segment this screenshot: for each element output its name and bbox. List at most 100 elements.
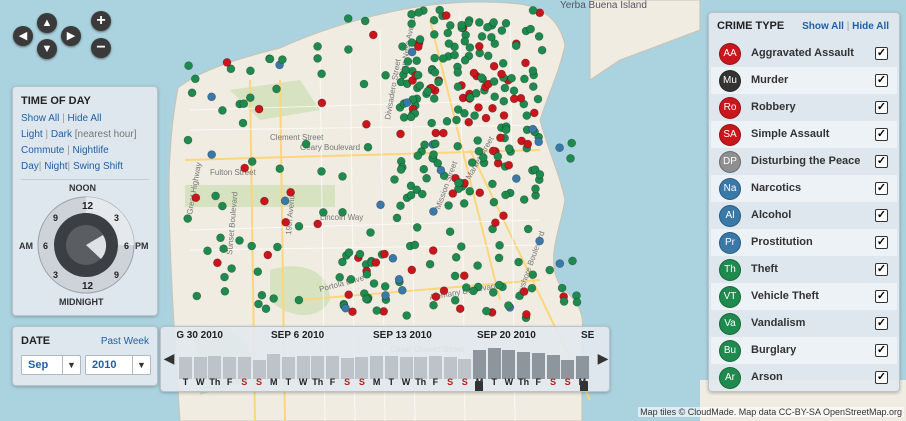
timeline-day-bar[interactable]	[414, 357, 428, 379]
timeline-day-bar[interactable]	[340, 358, 354, 379]
commute-link[interactable]: Commute	[21, 145, 64, 156]
incident-marker[interactable]	[429, 30, 439, 39]
incident-marker[interactable]	[467, 158, 477, 167]
incident-marker[interactable]	[489, 61, 499, 71]
incident-marker[interactable]	[254, 299, 263, 309]
incident-marker[interactable]	[454, 178, 463, 188]
incident-marker[interactable]	[281, 217, 291, 227]
incident-marker[interactable]	[557, 283, 567, 293]
timeline-next-arrow[interactable]: ▶	[597, 347, 609, 369]
crime-type-row[interactable]: SA Simple Assault ✓	[711, 121, 897, 148]
incident-marker[interactable]	[430, 68, 440, 77]
incident-marker[interactable]	[362, 269, 372, 279]
past-week-link[interactable]: Past Week	[101, 336, 149, 347]
timeline-day-bar[interactable]	[267, 354, 281, 379]
incident-marker[interactable]	[445, 227, 455, 236]
incident-marker[interactable]	[313, 42, 322, 51]
timeline-day-bar[interactable]	[193, 357, 207, 379]
incident-marker[interactable]	[453, 68, 463, 77]
incident-marker[interactable]	[490, 92, 500, 101]
incident-marker[interactable]	[455, 304, 465, 314]
incident-marker[interactable]	[511, 41, 521, 51]
timeline-day-bar[interactable]	[208, 356, 222, 379]
incident-marker[interactable]	[429, 300, 438, 310]
crime-type-row[interactable]: Th Theft ✓	[711, 256, 897, 283]
incident-marker[interactable]	[572, 297, 582, 307]
crime-type-row[interactable]: AA Aggravated Assault ✓	[711, 40, 897, 67]
pan-down-button[interactable]: ▼	[37, 39, 57, 59]
crime-type-checkbox[interactable]: ✓	[875, 182, 888, 195]
incident-marker[interactable]	[415, 81, 425, 90]
incident-marker[interactable]	[493, 152, 503, 161]
incident-marker[interactable]	[439, 286, 449, 296]
incident-marker[interactable]	[528, 66, 538, 75]
incident-marker[interactable]	[504, 144, 514, 153]
incident-marker[interactable]	[490, 39, 500, 49]
incident-marker[interactable]	[227, 264, 236, 273]
incident-marker[interactable]	[450, 50, 459, 60]
incident-marker[interactable]	[452, 115, 461, 125]
pan-left-button[interactable]: ◀	[13, 26, 33, 46]
incident-marker[interactable]	[317, 167, 326, 176]
incident-marker[interactable]	[430, 139, 440, 149]
incident-marker[interactable]	[555, 143, 564, 152]
incident-marker[interactable]	[257, 290, 267, 300]
incident-marker[interactable]	[528, 270, 538, 280]
incident-marker[interactable]	[407, 19, 416, 29]
incident-marker[interactable]	[211, 191, 220, 201]
crime-show-all-link[interactable]: Show All	[802, 21, 844, 32]
incident-marker[interactable]	[191, 193, 201, 202]
crime-type-checkbox[interactable]: ✓	[875, 155, 888, 168]
incident-marker[interactable]	[410, 240, 420, 250]
incident-marker[interactable]	[501, 125, 511, 134]
incident-marker[interactable]	[247, 157, 257, 166]
incident-marker[interactable]	[183, 135, 193, 145]
incident-marker[interactable]	[460, 109, 469, 118]
incident-marker[interactable]	[338, 172, 347, 181]
incident-marker[interactable]	[488, 288, 498, 297]
incident-marker[interactable]	[396, 129, 405, 139]
incident-marker[interactable]	[521, 58, 530, 68]
incident-marker[interactable]	[522, 111, 532, 120]
incident-marker[interactable]	[509, 94, 519, 104]
crime-type-checkbox[interactable]: ✓	[875, 74, 888, 87]
incident-marker[interactable]	[528, 124, 538, 134]
incident-marker[interactable]	[240, 163, 249, 173]
crime-type-row[interactable]: VT Vehicle Theft ✓	[711, 283, 897, 310]
incident-marker[interactable]	[523, 224, 533, 234]
incident-marker[interactable]	[413, 70, 423, 80]
crime-type-checkbox[interactable]: ✓	[875, 344, 888, 357]
incident-marker[interactable]	[465, 43, 475, 52]
timeline-day-bar[interactable]	[575, 356, 589, 379]
crime-type-row[interactable]: Al Alcohol ✓	[711, 202, 897, 229]
crime-type-row[interactable]: Bu Burglary ✓	[711, 337, 897, 364]
incident-marker[interactable]	[396, 201, 405, 210]
incident-marker[interactable]	[403, 57, 413, 66]
incident-marker[interactable]	[220, 286, 230, 296]
incident-marker[interactable]	[475, 188, 485, 197]
incident-marker[interactable]	[457, 20, 466, 30]
night-link[interactable]: Night	[44, 161, 67, 172]
timeline-day-bar[interactable]	[237, 357, 251, 379]
incident-marker[interactable]	[471, 89, 481, 98]
incident-marker[interactable]	[451, 252, 461, 262]
crime-type-checkbox[interactable]: ✓	[875, 47, 888, 60]
incident-marker[interactable]	[239, 99, 249, 108]
incident-marker[interactable]	[435, 5, 445, 15]
year-select[interactable]: 2010 ▼	[85, 355, 151, 375]
incident-marker[interactable]	[218, 106, 227, 115]
timeline-day-bar[interactable]	[179, 357, 192, 379]
incident-marker[interactable]	[499, 111, 509, 120]
incident-marker[interactable]	[456, 242, 466, 251]
incident-marker[interactable]	[481, 113, 491, 123]
timeline-day-bar[interactable]	[502, 350, 516, 379]
incident-marker[interactable]	[414, 8, 424, 17]
incident-marker[interactable]	[346, 274, 356, 284]
incident-marker[interactable]	[376, 200, 385, 210]
incident-marker[interactable]	[192, 291, 202, 301]
incident-marker[interactable]	[412, 223, 422, 232]
timeline-day-bar[interactable]	[355, 357, 369, 379]
light-link[interactable]: Light	[21, 129, 43, 140]
incident-marker[interactable]	[429, 207, 438, 216]
incident-marker[interactable]	[183, 214, 192, 223]
